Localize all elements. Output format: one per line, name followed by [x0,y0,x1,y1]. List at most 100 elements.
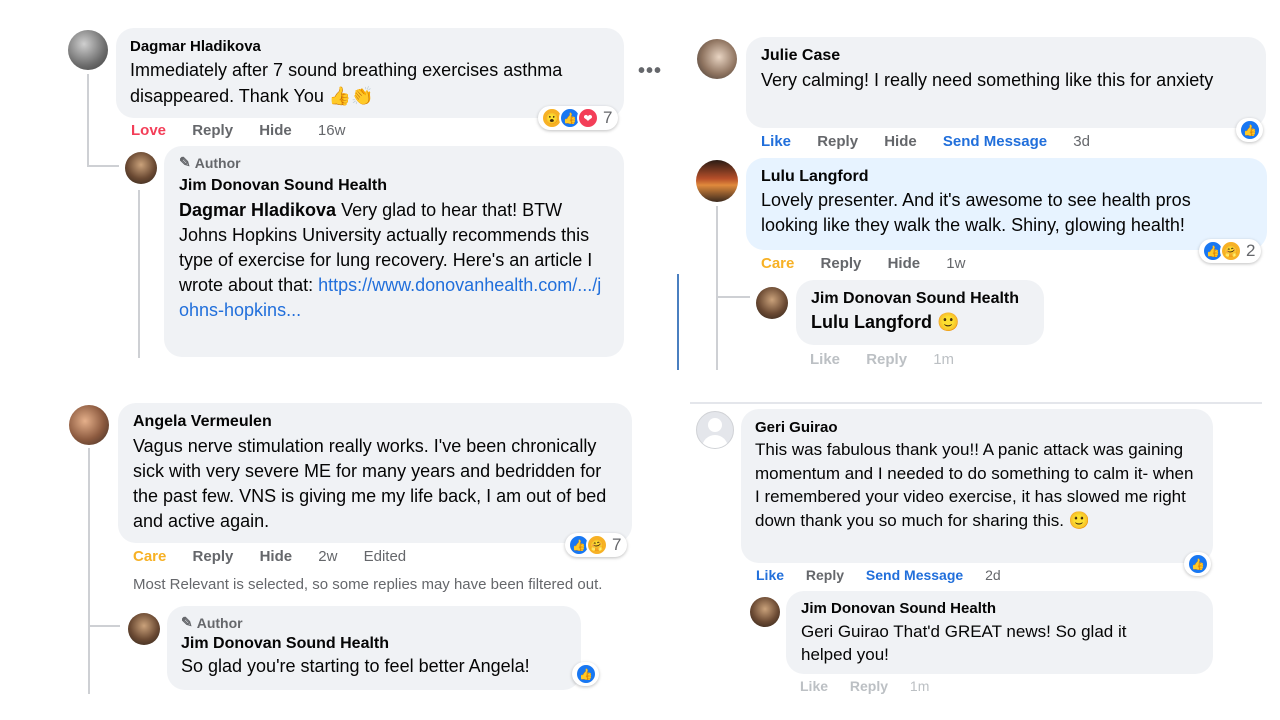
author-label: Author [194,154,241,171]
reply-thread-line [138,190,140,358]
reply-author-name[interactable]: Jim Donovan Sound Health [179,177,609,195]
timestamp[interactable]: 1m [933,351,954,368]
more-options-icon[interactable]: ••• [638,60,662,83]
section-divider [690,402,1262,404]
avatar-geri[interactable] [696,411,734,449]
reaction-summary[interactable]: 👍 [1236,118,1263,142]
like-reaction-icon: 👍 [1239,119,1261,141]
avatar-jim[interactable] [128,613,160,645]
avatar-jim[interactable] [756,287,788,319]
reply-button[interactable]: Reply [850,678,888,694]
care-button[interactable]: Care [761,255,794,272]
hide-button[interactable]: Hide [884,133,917,150]
comment-actions: Love Reply Hide 16w [131,122,367,139]
love-reaction-icon: ❤ [577,107,599,129]
hide-button[interactable]: Hide [260,548,293,565]
avatar-dagmar[interactable] [68,30,108,70]
reply-text: Geri Guirao That'd GREAT news! So glad i… [801,622,1127,664]
reply-text: Dagmar Hladikova Very glad to hear that!… [179,198,609,323]
avatar-lulu[interactable] [696,160,738,202]
love-button[interactable]: Love [131,122,166,139]
comment-text: This was fabulous thank you!! A panic at… [755,440,1194,530]
reply-button[interactable]: Reply [193,548,234,565]
reaction-count: 7 [612,535,622,554]
send-message-button[interactable]: Send Message [943,133,1047,150]
thread-line-elbow [87,165,119,167]
reply-text: So glad you're starting to feel better A… [181,656,530,676]
author-badge: ✎ Author [179,154,609,171]
avatar-jim[interactable] [125,152,157,184]
default-avatar-body [702,435,728,448]
reply-button[interactable]: Reply [821,255,862,272]
timestamp[interactable]: 2d [985,567,1001,583]
hide-button[interactable]: Hide [888,255,921,272]
reaction-summary[interactable]: 👍 🤗 7 [565,533,628,557]
reply-button[interactable]: Reply [866,351,907,368]
care-reaction-icon: 🤗 [1220,240,1242,262]
author-badge: ✎ Author [181,614,567,631]
comment-bubble-dagmar: Dagmar Hladikova Immediately after 7 sou… [116,28,624,118]
care-reaction-icon: 🤗 [586,534,608,556]
filter-note: Most Relevant is selected, so some repli… [133,576,603,593]
timestamp[interactable]: 2w [318,548,337,565]
comment-actions: Care Reply Hide 1w [761,255,987,272]
like-reaction-icon: 👍 [1187,553,1209,575]
reaction-count: 2 [1246,241,1256,260]
thread-line-elbow [716,296,750,298]
comment-bubble-geri: Geri Guirao This was fabulous thank you!… [741,409,1213,563]
hide-button[interactable]: Hide [259,122,292,139]
thread-line-elbow [88,625,120,627]
avatar-angela[interactable] [69,405,109,445]
commenter-name[interactable]: Lulu Langford [761,168,1252,186]
reply-author-name[interactable]: Jim Donovan Sound Health [811,290,1029,308]
comment-bubble-angela: Angela Vermeulen Vagus nerve stimulation… [118,403,632,543]
commenter-name[interactable]: Dagmar Hladikova [130,38,610,55]
timestamp[interactable]: 1w [946,255,965,272]
reply-button[interactable]: Reply [806,567,844,583]
mention-link[interactable]: Dagmar Hladikova [179,200,336,220]
reply-button[interactable]: Reply [192,122,233,139]
default-avatar-icon [708,418,722,432]
comment-actions: Like Reply Send Message 2d [756,567,1023,583]
reply-bubble-jim: Jim Donovan Sound Health Geri Guirao Tha… [786,591,1213,674]
comment-actions: Like Reply Hide Send Message 3d [761,133,1112,150]
avatar-julie[interactable] [697,39,737,79]
timestamp[interactable]: 3d [1073,133,1090,150]
like-button[interactable]: Like [756,567,784,583]
reaction-summary[interactable]: 👍 🤗 2 [1199,239,1262,263]
reply-bubble-jim: Jim Donovan Sound Health Lulu Langford 🙂 [796,280,1044,345]
comment-text: Lovely presenter. And it's awesome to se… [761,190,1191,235]
thread-line [88,448,90,694]
like-button[interactable]: Like [800,678,828,694]
reply-author-name[interactable]: Jim Donovan Sound Health [181,635,567,653]
reaction-summary[interactable]: 👍 [1184,552,1211,576]
reaction-summary[interactable]: 😮 👍 ❤ 7 [538,106,619,130]
reaction-count: 7 [603,108,613,127]
send-message-button[interactable]: Send Message [866,567,963,583]
comment-text: Immediately after 7 sound breathing exer… [130,60,563,106]
reaction-summary[interactable]: 👍 [572,662,599,686]
like-button[interactable]: Like [761,133,791,150]
avatar-jim[interactable] [750,597,780,627]
comment-text: Vagus nerve stimulation really works. I'… [133,436,607,531]
reply-actions: Like Reply 1m [800,678,951,694]
reply-text: Lulu Langford 🙂 [811,312,960,332]
care-button[interactable]: Care [133,548,166,565]
commenter-name[interactable]: Julie Case [761,47,1251,65]
edited-label: Edited [363,548,407,565]
commenter-name[interactable]: Geri Guirao [755,419,1199,436]
reply-author-name[interactable]: Jim Donovan Sound Health [801,600,1198,617]
comment-bubble-julie: Julie Case Very calming! I really need s… [746,37,1266,128]
timestamp[interactable]: 16w [318,122,346,139]
author-label: Author [196,614,243,631]
like-reaction-icon: 👍 [575,663,597,685]
like-button[interactable]: Like [810,351,840,368]
comment-bubble-lulu: Lulu Langford Lovely presenter. And it's… [746,158,1267,250]
thread-line [716,206,718,370]
reply-button[interactable]: Reply [817,133,858,150]
commenter-name[interactable]: Angela Vermeulen [133,413,617,431]
timestamp[interactable]: 1m [910,678,929,694]
reply-bubble-jim: ✎ Author Jim Donovan Sound Health Dagmar… [164,146,624,357]
reply-bubble-jim: ✎ Author Jim Donovan Sound Health So gla… [167,606,581,690]
pencil-icon: ✎ [181,614,193,630]
